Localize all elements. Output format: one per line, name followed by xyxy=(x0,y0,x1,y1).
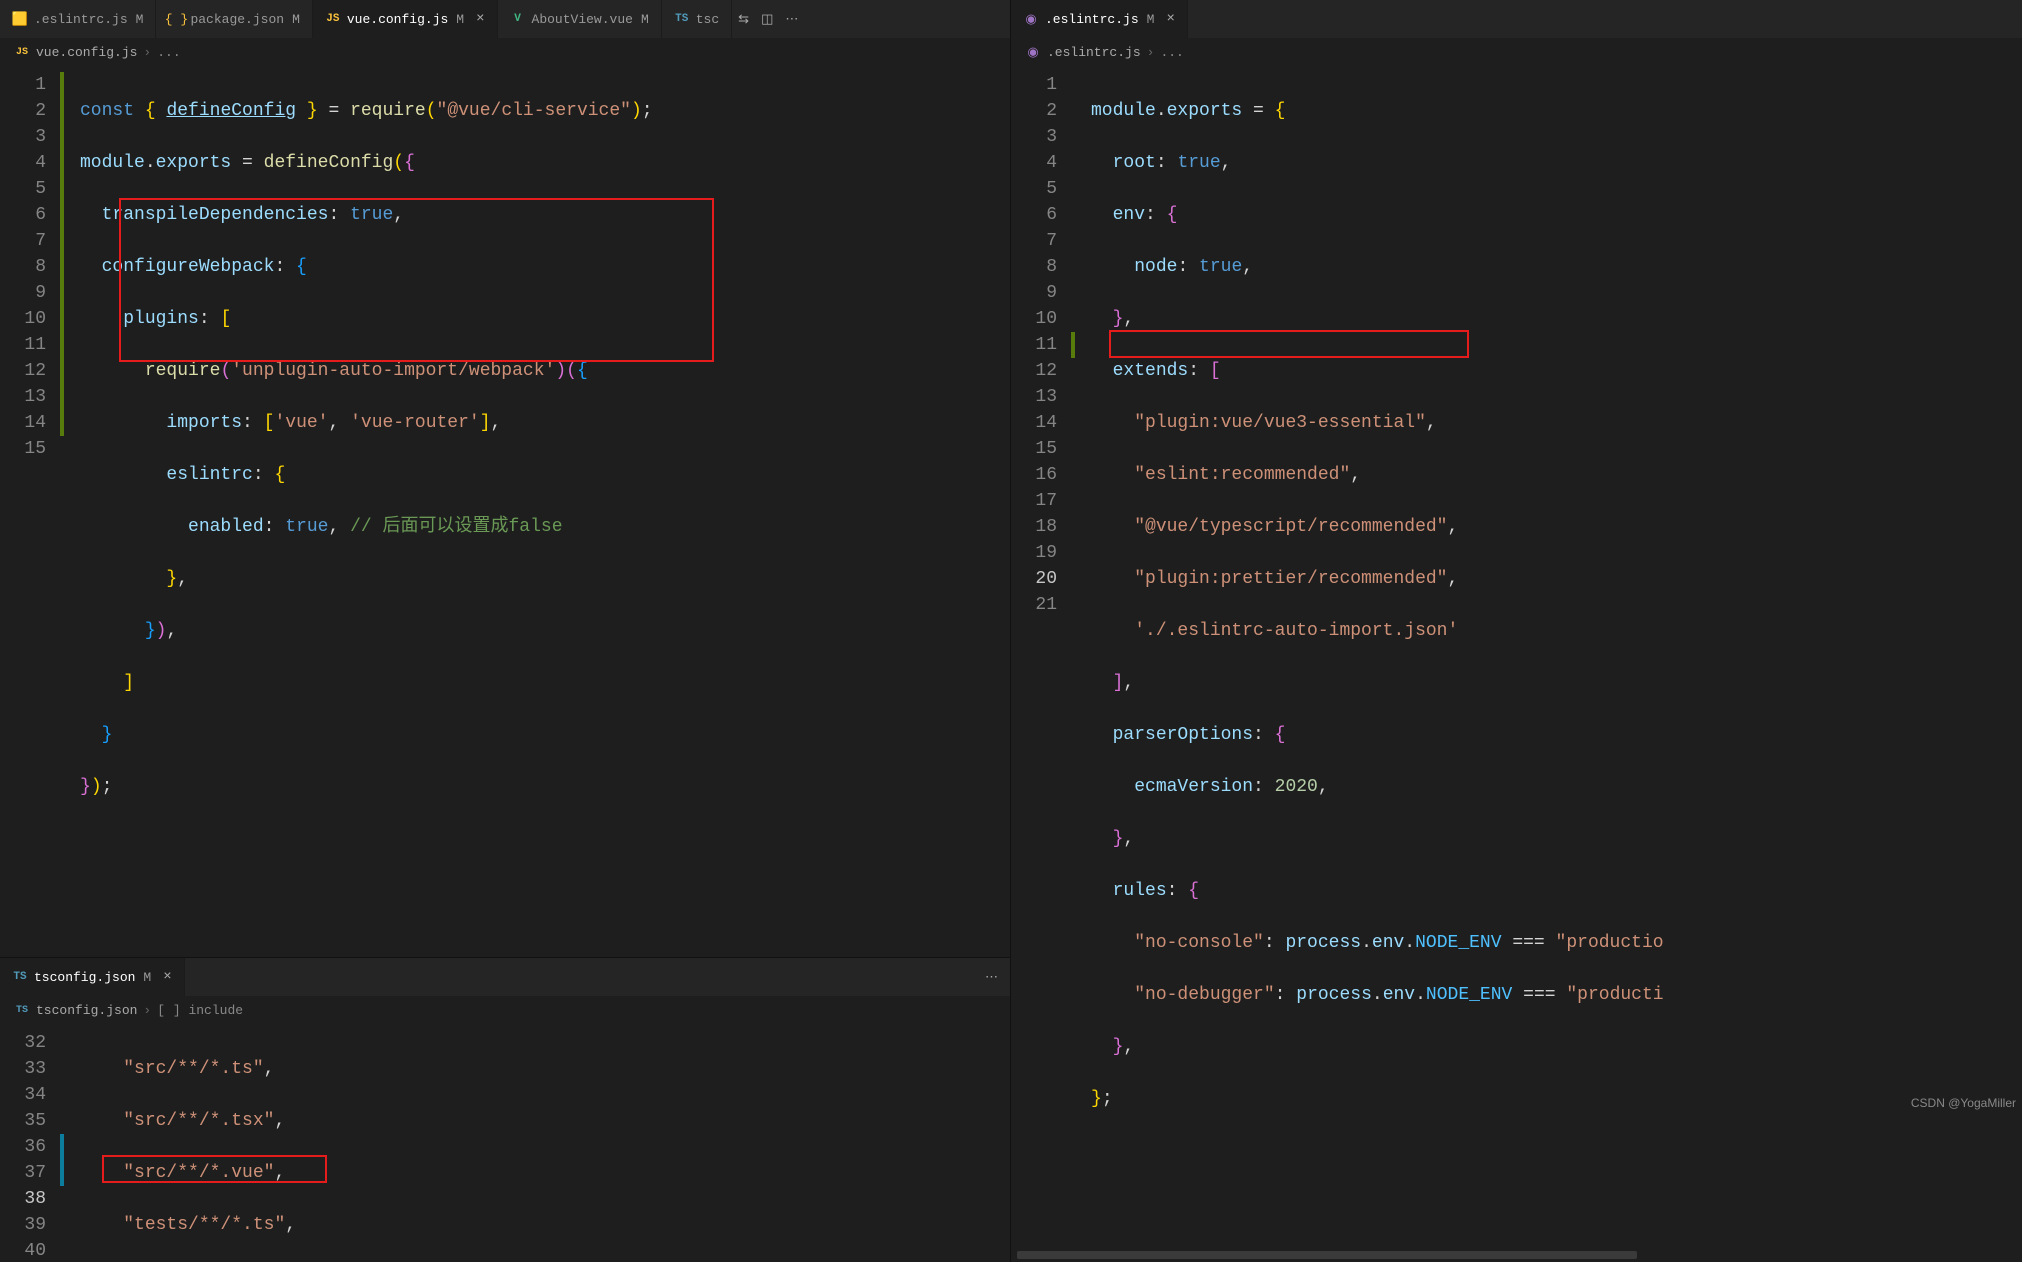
json-icon: { } xyxy=(168,11,184,27)
code-area[interactable]: "src/**/*.ts", "src/**/*.tsx", "src/**/*… xyxy=(64,1024,1010,1262)
breadcrumb-left-bottom[interactable]: TS tsconfig.json › [ ] include xyxy=(0,996,1010,1024)
close-icon[interactable]: × xyxy=(476,11,484,27)
ts-icon: TS xyxy=(14,1002,30,1018)
editor-pane-right: ◉.eslintrc.jsM× ◉ .eslintrc.js › ... 123… xyxy=(1011,0,2022,1262)
tabbar-left-top: 🟨.eslintrc.jsM { }package.jsonM JSvue.co… xyxy=(0,0,1010,38)
tab-eslintrc[interactable]: 🟨.eslintrc.jsM xyxy=(0,0,156,38)
tab-tsconfig[interactable]: TStsconfig.jsonM× xyxy=(0,958,185,996)
breadcrumb-right[interactable]: ◉ .eslintrc.js › ... xyxy=(1011,38,2022,66)
watermark-text: CSDN @YogaMiller xyxy=(1911,1096,2016,1110)
tab-tsc-trimmed[interactable]: TStsc xyxy=(662,0,732,38)
code-area[interactable]: module.exports = { root: true, env: { no… xyxy=(1075,66,2022,1248)
tab-eslintrc-right[interactable]: ◉.eslintrc.jsM× xyxy=(1011,0,1188,38)
horizontal-scrollbar[interactable] xyxy=(1011,1248,2022,1262)
js-icon: 🟨 xyxy=(12,11,28,27)
tabbar-left-bottom: TStsconfig.jsonM× ⋯ xyxy=(0,958,1010,996)
tabbar-right: ◉.eslintrc.jsM× xyxy=(1011,0,2022,38)
chevron-right-icon: › xyxy=(143,1003,151,1018)
chevron-right-icon: › xyxy=(1147,45,1155,60)
close-icon[interactable]: × xyxy=(163,969,171,985)
tab-about-view[interactable]: VAboutView.vueM xyxy=(498,0,662,38)
highlight-box-eslintrc-path xyxy=(1109,330,1469,358)
chevron-right-icon: › xyxy=(143,45,151,60)
eslint-icon: ◉ xyxy=(1023,11,1039,27)
ts-icon: TS xyxy=(674,11,690,27)
editor-right[interactable]: 123456789101112131415161718192021 module… xyxy=(1011,66,2022,1248)
more-icon[interactable]: ⋯ xyxy=(779,12,804,27)
vue-icon: V xyxy=(510,11,526,27)
js-icon: JS xyxy=(325,11,341,27)
editor-pane-bottom-left: TStsconfig.jsonM× ⋯ TS tsconfig.json › [… xyxy=(0,957,1010,1262)
tab-vue-config[interactable]: JSvue.config.jsM× xyxy=(313,0,498,38)
editor-left-bottom[interactable]: 32333435363738394041 "src/**/*.ts", "src… xyxy=(0,1024,1010,1262)
ts-icon: TS xyxy=(12,969,28,985)
tab-package-json[interactable]: { }package.jsonM xyxy=(156,0,312,38)
breadcrumb-left-top[interactable]: JS vue.config.js › ... xyxy=(0,38,1010,66)
js-icon: JS xyxy=(14,44,30,60)
diff-icon[interactable]: ⇆ xyxy=(732,12,755,27)
gutter: 32333435363738394041 xyxy=(0,1024,60,1262)
more-icon[interactable]: ⋯ xyxy=(979,970,1004,985)
split-editor-icon[interactable]: ◫ xyxy=(755,12,779,27)
editor-pane-top-left: 🟨.eslintrc.jsM { }package.jsonM JSvue.co… xyxy=(0,0,1010,957)
close-icon[interactable]: × xyxy=(1166,11,1174,27)
gutter: 123456789101112131415161718192021 xyxy=(1011,66,1071,1248)
eslint-icon: ◉ xyxy=(1025,44,1041,60)
editor-left-top[interactable]: 123456789101112131415 const { defineConf… xyxy=(0,66,1010,957)
code-area[interactable]: const { defineConfig } = require("@vue/c… xyxy=(64,66,1010,957)
gutter: 123456789101112131415 xyxy=(0,66,60,957)
